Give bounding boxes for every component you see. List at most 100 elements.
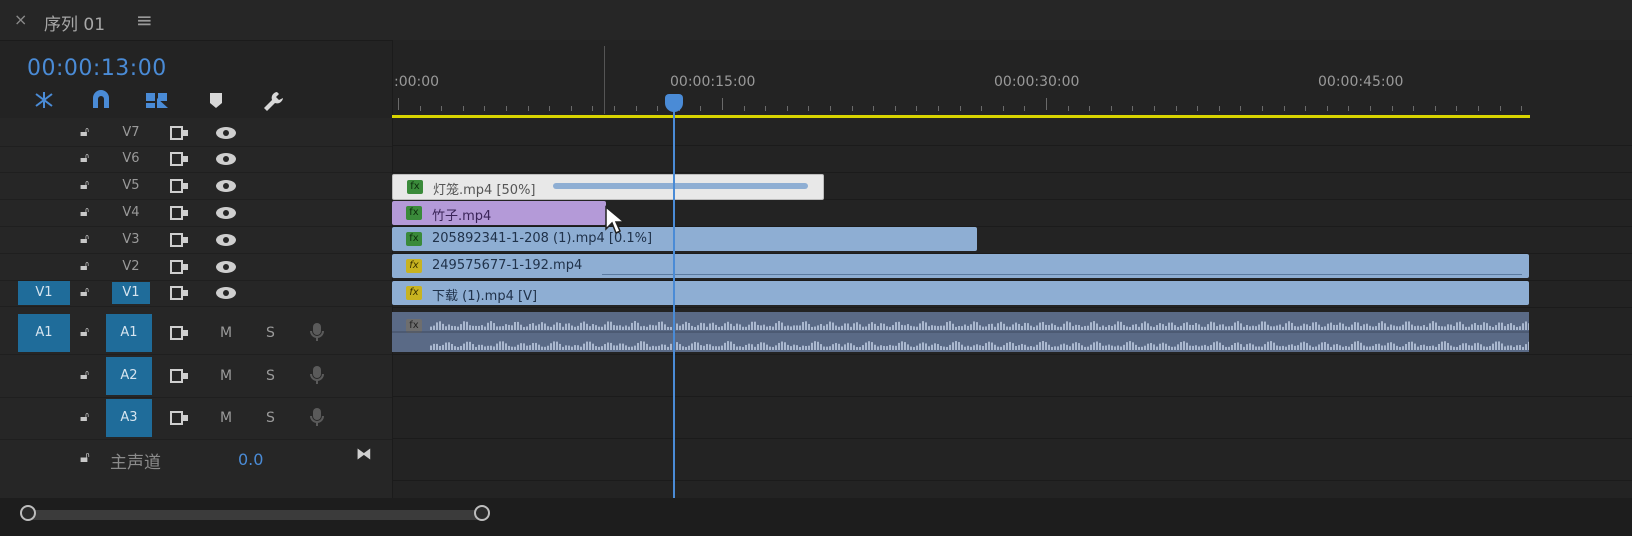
sequence-tab-title[interactable]: 序列 01: [44, 10, 105, 35]
ruler-tick: [1262, 106, 1263, 111]
track-label[interactable]: V4: [112, 202, 150, 224]
sync-lock-icon[interactable]: [170, 326, 190, 340]
ruler-tick: [808, 106, 810, 111]
clip-a1[interactable]: fx: [392, 312, 1529, 352]
sync-lock-icon[interactable]: [170, 152, 190, 166]
ruler-tick: [938, 106, 939, 111]
eye-icon[interactable]: [215, 286, 237, 300]
source-patch[interactable]: A1: [18, 314, 70, 352]
sync-lock-icon[interactable]: [170, 179, 190, 193]
sync-lock-icon[interactable]: [170, 126, 190, 140]
playhead-handle[interactable]: [665, 94, 683, 112]
sync-lock-icon[interactable]: [170, 260, 190, 274]
video-track-header: 🔓︎ V4: [0, 200, 392, 227]
ruler-tick: [462, 106, 464, 111]
ruler-tick: [1456, 106, 1458, 111]
lock-icon[interactable]: 🔓︎: [80, 367, 89, 383]
lock-icon[interactable]: 🔓︎: [80, 231, 89, 247]
mic-icon[interactable]: [310, 365, 324, 385]
track-label[interactable]: A1: [106, 314, 152, 352]
mute-button[interactable]: M: [220, 368, 232, 384]
work-area-bar[interactable]: [392, 115, 1530, 118]
ruler-tick: [700, 106, 702, 111]
track-label[interactable]: V7: [112, 122, 150, 144]
playhead-timecode[interactable]: 00:00:13:00: [27, 56, 167, 81]
video-track-header: 🔓︎ V5: [0, 173, 392, 200]
track-lane-divider: [392, 396, 1632, 397]
in-point-marker: [604, 46, 605, 114]
nest-icon[interactable]: [32, 90, 56, 115]
lock-icon[interactable]: 🔓︎: [80, 324, 89, 340]
lock-icon[interactable]: 🔓︎: [80, 124, 89, 140]
fx-icon: fx: [406, 259, 422, 273]
solo-button[interactable]: S: [266, 325, 275, 341]
wrench-icon[interactable]: [262, 90, 286, 117]
lock-icon[interactable]: 🔓︎: [80, 150, 89, 166]
ruler-tick: [1089, 106, 1091, 111]
clip-name: 249575677-1-192.mp4: [432, 258, 583, 273]
solo-button[interactable]: S: [266, 410, 275, 426]
source-patch[interactable]: V1: [18, 281, 70, 305]
marker-icon[interactable]: [208, 90, 224, 115]
track-label[interactable]: A2: [106, 357, 152, 395]
scrollbar-thumb[interactable]: [26, 510, 482, 520]
track-label[interactable]: V1: [112, 282, 150, 304]
track-lane-divider: [392, 354, 1632, 355]
menu-icon[interactable]: ≡: [136, 8, 153, 32]
solo-button[interactable]: S: [266, 368, 275, 384]
ruler-tick: [506, 106, 507, 111]
track-lane-divider: [392, 438, 1632, 439]
sync-lock-icon[interactable]: [170, 286, 190, 300]
track-lane-divider: [392, 145, 1632, 146]
snap-icon[interactable]: [90, 90, 112, 115]
sync-lock-icon[interactable]: [170, 233, 190, 247]
scroll-right-handle[interactable]: [474, 505, 490, 521]
lock-icon[interactable]: 🔓︎: [80, 448, 90, 466]
sync-lock-icon[interactable]: [170, 369, 190, 383]
collapse-icon[interactable]: ⧓: [356, 444, 372, 463]
lock-icon[interactable]: 🔓︎: [80, 204, 89, 220]
track-label[interactable]: V3: [112, 229, 150, 251]
eye-icon[interactable]: [215, 260, 237, 274]
clip-v4[interactable]: fx 竹子.mp4: [392, 201, 606, 225]
ruler-tick: [441, 106, 443, 111]
clip-v2[interactable]: fx 249575677-1-192.mp4: [392, 254, 1529, 278]
track-label[interactable]: V5: [112, 175, 150, 197]
ruler-tick: [1305, 106, 1307, 111]
sync-lock-icon[interactable]: [170, 206, 190, 220]
ruler-tick: [1240, 106, 1242, 111]
master-volume-value[interactable]: 0.0: [238, 450, 263, 469]
audio-track-header: 🔓︎ A2 M S: [0, 355, 392, 398]
lock-icon[interactable]: 🔓︎: [80, 177, 89, 193]
scroll-left-handle[interactable]: [20, 505, 36, 521]
track-label[interactable]: V6: [112, 148, 150, 170]
ruler-tick: [830, 106, 831, 111]
mic-icon[interactable]: [310, 407, 324, 427]
mic-icon[interactable]: [310, 322, 324, 342]
eye-icon[interactable]: [215, 233, 237, 247]
clip-v1[interactable]: fx 下载 (1).mp4 [V]: [392, 281, 1529, 305]
ruler-tick: [765, 106, 767, 111]
eye-icon[interactable]: [215, 126, 237, 140]
playhead-line[interactable]: [673, 96, 675, 498]
eye-icon[interactable]: [215, 152, 237, 166]
clip-v5[interactable]: fx 灯笼.mp4 [50%]: [392, 174, 824, 200]
eye-icon[interactable]: [215, 206, 237, 220]
ruler-tick: [1391, 106, 1393, 111]
ruler-tick: [614, 106, 615, 111]
close-icon[interactable]: ×: [14, 10, 27, 29]
mute-button[interactable]: M: [220, 410, 232, 426]
eye-icon[interactable]: [215, 179, 237, 193]
track-label[interactable]: V2: [112, 256, 150, 278]
master-track-label: 主声道: [110, 453, 161, 473]
lock-icon[interactable]: 🔓︎: [80, 258, 89, 274]
linked-selection-icon[interactable]: [144, 90, 170, 115]
lock-icon[interactable]: 🔓︎: [80, 284, 89, 300]
ruler-tick: [1413, 106, 1415, 111]
lock-icon[interactable]: 🔓︎: [80, 409, 89, 425]
track-label[interactable]: A3: [106, 399, 152, 437]
mute-button[interactable]: M: [220, 325, 232, 341]
clip-v3[interactable]: fx 205892341-1-208 (1).mp4 [0.1%]: [392, 227, 977, 251]
ruler-tick: [1283, 106, 1285, 111]
sync-lock-icon[interactable]: [170, 411, 190, 425]
